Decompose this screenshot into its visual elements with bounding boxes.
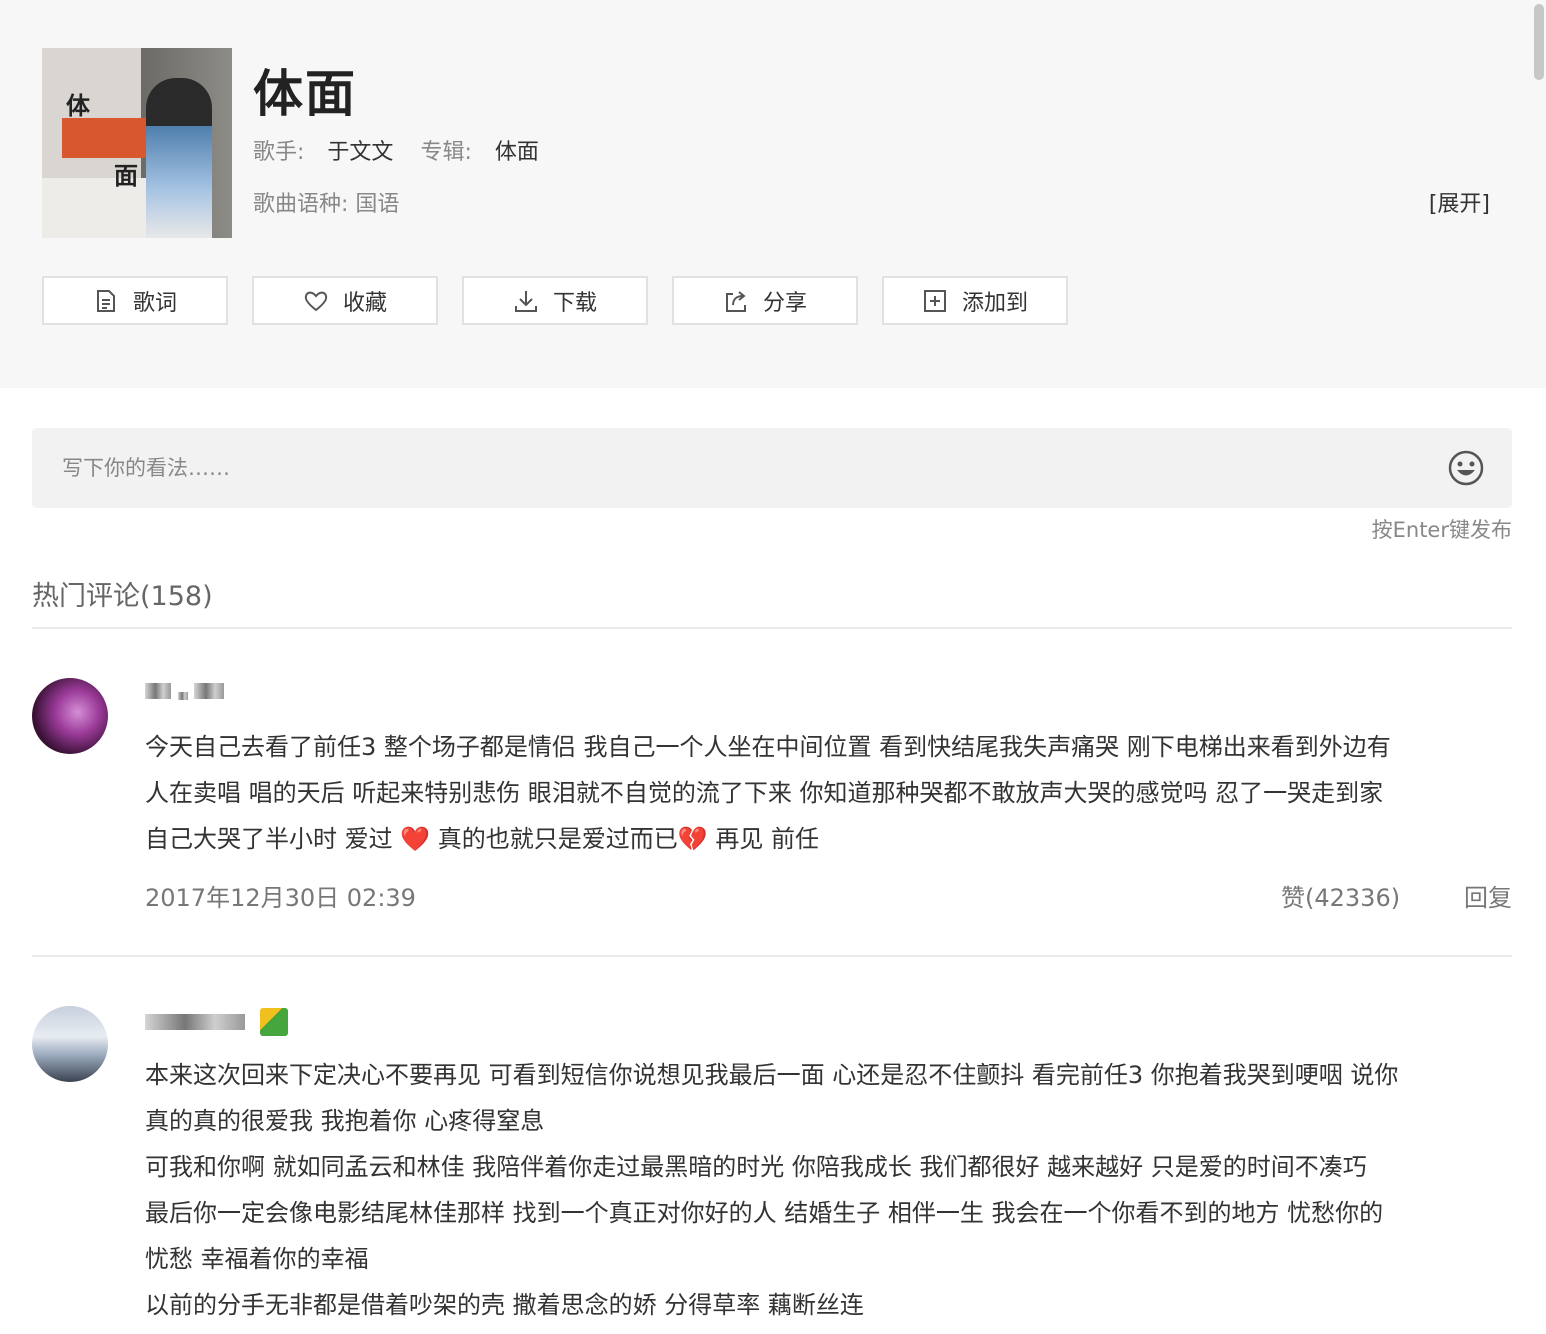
song-header: 体 面 体面 歌手: 于文文 专辑: 体面 歌曲语种: 国语 [展开] 歌词 收… bbox=[0, 0, 1546, 388]
share-button[interactable]: 分享 bbox=[672, 276, 858, 325]
album-cover[interactable]: 体 面 bbox=[42, 48, 232, 238]
comment-line: 自己大哭了半小时 爱过 ❤️ 真的也就只是爱过而已💔 再见 前任 bbox=[145, 816, 1511, 862]
share-icon bbox=[723, 288, 749, 314]
like-button[interactable]: 赞(42336) bbox=[1281, 878, 1400, 913]
cover-text-2: 面 bbox=[114, 161, 138, 190]
share-button-label: 分享 bbox=[762, 290, 807, 316]
comment-box bbox=[32, 428, 1512, 508]
comment-line: 本来这次回来下定决心不要再见 可看到短信你说想见我最后一面 心还是忍不住颤抖 看… bbox=[145, 1061, 1399, 1089]
download-icon bbox=[513, 288, 539, 314]
document-icon bbox=[93, 288, 119, 314]
comment-username-obscured[interactable] bbox=[145, 680, 225, 701]
album-label: 专辑: bbox=[420, 140, 472, 165]
section-divider bbox=[32, 627, 1512, 629]
heart-icon bbox=[303, 288, 329, 314]
comment-line-text: 自己大哭了半小时 爱过 bbox=[145, 825, 393, 853]
download-button-label: 下载 bbox=[552, 290, 597, 316]
comment-line: 可我和你啊 就如同孟云和林佳 我陪伴着你走过最黑暗的时光 你陪我成长 我们都很好… bbox=[145, 1153, 1367, 1181]
comment-content: 本来这次回来下定决心不要再见 可看到短信你说想见我最后一面 心还是忍不住颤抖 看… bbox=[145, 1052, 1511, 1328]
add-box-icon bbox=[922, 288, 948, 314]
add-to-button[interactable]: 添加到 bbox=[882, 276, 1068, 325]
comment-line: 忧愁 幸福着你的幸福 bbox=[145, 1245, 369, 1273]
comment-line: 人在卖唱 唱的天后 听起来特别悲伤 眼泪就不自觉的流了下来 你知道那种哭都不敢放… bbox=[145, 779, 1384, 807]
song-title: 体面 bbox=[253, 65, 357, 123]
song-meta-language: 歌曲语种: 国语 bbox=[253, 186, 399, 218]
user-level-badge-icon bbox=[259, 1008, 288, 1036]
singer-link[interactable]: 于文文 bbox=[327, 140, 393, 165]
singer-label: 歌手: bbox=[253, 140, 305, 165]
song-page: 体 面 体面 歌手: 于文文 专辑: 体面 歌曲语种: 国语 [展开] 歌词 收… bbox=[0, 0, 1546, 1334]
lyrics-button-label: 歌词 bbox=[132, 290, 177, 316]
favorite-button-label: 收藏 bbox=[342, 290, 387, 316]
emoji-smile-icon[interactable] bbox=[1446, 448, 1486, 488]
hot-comments-title: 热门评论(158) bbox=[32, 581, 213, 612]
expand-link[interactable]: [展开] bbox=[1429, 186, 1490, 218]
comment-content: 今天自己去看了前任3 整个场子都是情侣 我自己一个人坐在中间位置 看到快结尾我失… bbox=[145, 724, 1511, 862]
comment-date: 2017年12月30日 02:39 bbox=[145, 884, 416, 912]
comment-line: 以前的分手无非都是借着吵架的壳 撒着思念的娇 分得草率 藕断丝连 bbox=[145, 1291, 864, 1319]
add-to-button-label: 添加到 bbox=[961, 290, 1028, 316]
avatar[interactable] bbox=[32, 1006, 108, 1082]
comment-line-text: 再见 前任 bbox=[707, 825, 819, 853]
cover-orange-block bbox=[62, 118, 150, 158]
comment-line: 今天自己去看了前任3 整个场子都是情侣 我自己一个人坐在中间位置 看到快结尾我失… bbox=[145, 733, 1391, 761]
album-link[interactable]: 体面 bbox=[495, 140, 539, 165]
comment-line: 最后你一定会像电影结尾林佳那样 找到一个真正对你好的人 结婚生子 相伴一生 我会… bbox=[145, 1199, 1384, 1227]
cover-singer-figure bbox=[146, 78, 212, 238]
scrollbar-thumb[interactable] bbox=[1534, 4, 1544, 80]
reply-button[interactable]: 回复 bbox=[1464, 878, 1512, 913]
song-meta-singer-album: 歌手: 于文文 专辑: 体面 bbox=[253, 134, 539, 166]
comment-divider bbox=[32, 955, 1512, 957]
broken-heart-emoji: 💔 bbox=[677, 825, 708, 853]
enter-to-post-hint: 按Enter键发布 bbox=[1371, 518, 1512, 542]
comment-line-text: 真的也就只是爱过而已 bbox=[430, 825, 678, 853]
download-button[interactable]: 下载 bbox=[462, 276, 648, 325]
language-label: 歌曲语种: bbox=[253, 192, 349, 217]
page-scrollbar[interactable] bbox=[1532, 0, 1546, 1334]
comment-input[interactable] bbox=[60, 450, 1424, 486]
red-heart-emoji: ❤️ bbox=[400, 825, 431, 853]
comment-line: 真的真的很爱我 我抱着你 心疼得窒息 bbox=[145, 1107, 545, 1135]
language-value: 国语 bbox=[355, 192, 400, 217]
comment-username-obscured[interactable] bbox=[145, 1008, 288, 1036]
cover-text-1: 体 bbox=[66, 91, 90, 120]
avatar[interactable] bbox=[32, 678, 108, 754]
lyrics-button[interactable]: 歌词 bbox=[42, 276, 228, 325]
favorite-button[interactable]: 收藏 bbox=[252, 276, 438, 325]
